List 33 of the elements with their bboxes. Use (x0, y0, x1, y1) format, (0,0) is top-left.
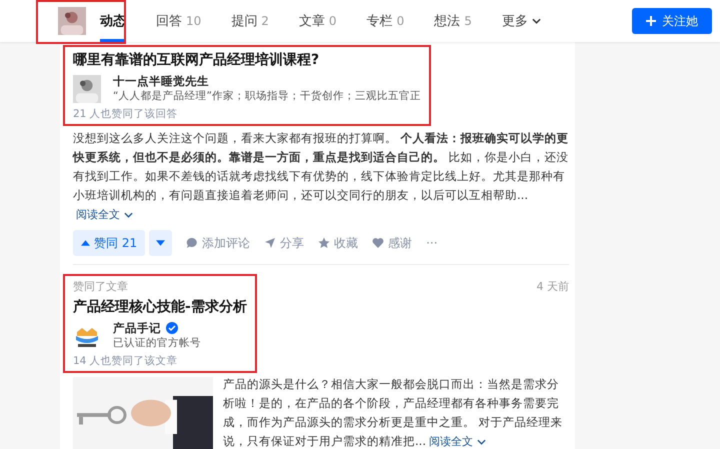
chevron-down-icon (124, 212, 132, 218)
agree-note: 14 人也赞同了该文章 (73, 354, 179, 369)
up-triangle-icon (81, 239, 90, 247)
profile-tab[interactable]: 想法 5 (434, 0, 472, 42)
send-icon (264, 237, 276, 249)
article-excerpt: 产品的源头是什么？相信大家一般都会脱口而出：当然是需求分析啦！是的，在产品的各个阶段，产品经理都有各种事务需要完成，而作为产品源头的需求分析更是重中之重。 对于产品经理来说，只有保证对于用户需求的精准把... 阅读全文 (223, 376, 564, 449)
follow-button[interactable]: 关注她 (632, 8, 712, 34)
read-more-link[interactable]: 阅读全文 (429, 435, 486, 448)
answer-excerpt: 没想到这么多人关注这个问题，看来大家都有报班的打算啊。 个人看法：报班确实可以学的更快更系统，但也不是必须的。靠谱是一方面，重点是找到适合自己的。 比如，你是小白，还没有找到工作。如果不差钱的话就考虑找线下有优势的，线下体验肯定比线上好。尤其是那种有小班培训机构的，有问题直接追着老师问，还可以交同行的朋友，以后可以互相帮助... 阅读全文 (73, 130, 569, 223)
heart-icon (372, 237, 384, 249)
activity-label: 赞同了文章 (73, 280, 128, 293)
author-name[interactable]: 产品手记 (113, 320, 161, 336)
comment-icon (186, 237, 198, 249)
down-triangle-icon (156, 239, 166, 247)
profile-tab[interactable]: 回答 10 (156, 0, 202, 42)
star-icon (318, 237, 330, 249)
profile-tab[interactable]: 提问 2 (231, 0, 269, 42)
plus-icon (646, 16, 656, 26)
profile-tab[interactable]: 专栏 0 (366, 0, 404, 42)
author-bio: 已认证的官方帐号 (113, 336, 201, 351)
chevron-down-icon (532, 18, 541, 24)
article-title[interactable]: 产品经理核心技能-需求分析 (73, 297, 247, 317)
chevron-down-icon (476, 439, 486, 445)
more-tab[interactable]: 更多 (502, 0, 541, 42)
downvote-button[interactable] (149, 230, 172, 256)
question-title[interactable]: 哪里有靠谱的互联网产品经理培训课程? (73, 50, 421, 70)
author-bio: “人人都是产品经理”作家；职场指导；干货创作；三观比五官正 (113, 89, 421, 104)
read-more-link[interactable]: 阅读全文 (76, 208, 132, 221)
agree-note: 21 人也赞同了该回答 (73, 107, 179, 122)
upvote-button[interactable]: 赞同 21 (73, 230, 146, 256)
author-name[interactable]: 十一点半睡觉先生 (113, 73, 209, 89)
time-label: 4 天前 (536, 279, 569, 294)
profile-tab[interactable]: 文章 0 (298, 0, 337, 42)
